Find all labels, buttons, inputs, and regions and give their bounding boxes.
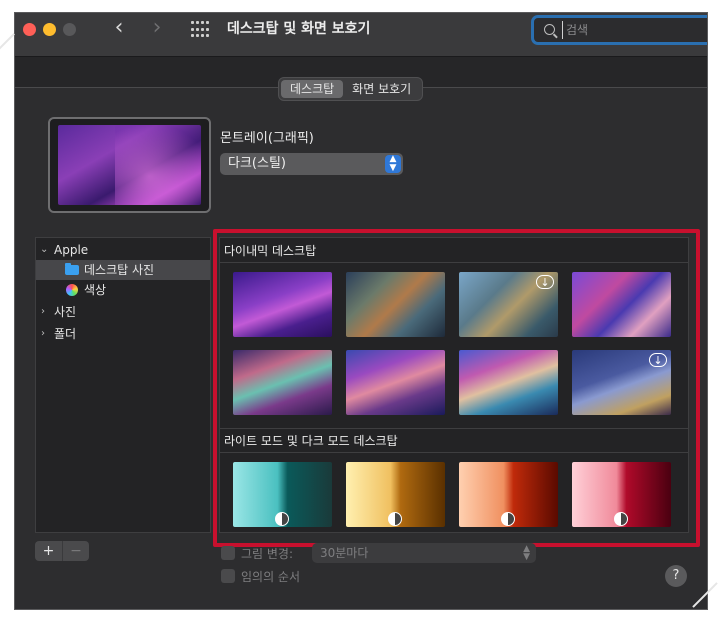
add-remove-buttons: + − bbox=[35, 541, 89, 561]
light-dark-mode-icon bbox=[388, 512, 402, 526]
preview-image bbox=[58, 125, 201, 205]
wallpaper-name: 몬트레이(그래픽) bbox=[220, 131, 314, 146]
wallpaper-thumbnail[interactable] bbox=[459, 350, 558, 415]
wallpaper-thumbnail[interactable] bbox=[346, 350, 445, 415]
divider bbox=[220, 262, 688, 263]
show-all-grid-icon[interactable] bbox=[191, 21, 211, 39]
section-title-dynamic: 다이내믹 데스크탑 bbox=[224, 244, 317, 258]
wallpaper-thumbnail[interactable] bbox=[346, 272, 445, 337]
add-folder-button[interactable]: + bbox=[35, 541, 62, 561]
chevron-right-icon: › bbox=[41, 306, 45, 317]
wallpaper-thumbnail[interactable]: ↓ bbox=[459, 272, 558, 337]
toolbar: ‹ › 데스크탑 및 화면 보호기 bbox=[15, 13, 707, 57]
interval-value: 30분마다 bbox=[320, 546, 369, 560]
window-title: 데스크탑 및 화면 보호기 bbox=[227, 21, 371, 37]
change-picture-checkbox[interactable] bbox=[221, 546, 235, 560]
cloud-download-icon: ↓ bbox=[649, 353, 667, 367]
preferences-window: ‹ › 데스크탑 및 화면 보호기 데스크탑 화면 보호기 몬트레이(그래픽) … bbox=[14, 12, 708, 610]
source-sidebar: ⌄ Apple 데스크탑 사진 색상 › 사진 › 폴더 bbox=[35, 237, 211, 533]
wallpaper-thumbnail[interactable]: ↓ bbox=[572, 350, 671, 415]
sidebar-item-folders[interactable]: › 폴더 bbox=[36, 324, 210, 344]
appearance-dropdown[interactable]: 다크(스틸) ▲ ▼ bbox=[220, 153, 403, 175]
zoom-window-button[interactable] bbox=[63, 23, 76, 36]
wallpaper-thumbnail[interactable] bbox=[233, 272, 332, 337]
tab-screen-saver[interactable]: 화면 보호기 bbox=[343, 80, 420, 98]
close-window-button[interactable] bbox=[23, 23, 36, 36]
cloud-download-icon: ↓ bbox=[536, 275, 554, 289]
divider bbox=[220, 452, 688, 453]
light-dark-mode-icon bbox=[275, 512, 289, 526]
updown-chevron-icon: ▲ ▼ bbox=[523, 544, 530, 562]
tab-desktop[interactable]: 데스크탑 bbox=[281, 80, 344, 98]
light-dark-mode-icon bbox=[501, 512, 515, 526]
sidebar-item-apple[interactable]: ⌄ Apple bbox=[36, 240, 210, 260]
updown-chevron-icon: ▲ ▼ bbox=[385, 155, 401, 173]
light-dark-mode-icon bbox=[614, 512, 628, 526]
search-field[interactable] bbox=[531, 15, 707, 45]
search-input[interactable] bbox=[562, 21, 707, 39]
wallpaper-thumbnail[interactable] bbox=[346, 462, 445, 527]
decorative-corner-line bbox=[0, 33, 15, 53]
wallpaper-thumbnail[interactable] bbox=[572, 272, 671, 337]
sidebar-item-photos[interactable]: › 사진 bbox=[36, 302, 210, 322]
random-order-label: 임의의 순서 bbox=[241, 570, 301, 584]
wallpaper-thumbnail[interactable] bbox=[459, 462, 558, 527]
sidebar-item-desktop-pictures[interactable]: 데스크탑 사진 bbox=[36, 260, 210, 280]
remove-folder-button[interactable]: − bbox=[62, 541, 89, 561]
wallpaper-preview bbox=[48, 117, 211, 213]
minimize-window-button[interactable] bbox=[43, 23, 56, 36]
back-button[interactable]: ‹ bbox=[107, 17, 131, 41]
random-order-checkbox[interactable] bbox=[221, 569, 235, 583]
color-wheel-icon bbox=[66, 284, 78, 296]
dropdown-value: 다크(스틸) bbox=[228, 156, 286, 171]
wallpaper-thumbnail[interactable] bbox=[233, 350, 332, 415]
wallpaper-thumbnail[interactable] bbox=[572, 462, 671, 527]
divider bbox=[220, 428, 688, 429]
forward-button[interactable]: › bbox=[145, 17, 169, 41]
search-icon bbox=[544, 24, 555, 35]
sidebar-item-colors[interactable]: 색상 bbox=[36, 280, 210, 300]
wallpaper-thumbnail[interactable] bbox=[233, 462, 332, 527]
screenshot-frame: ‹ › 데스크탑 및 화면 보호기 데스크탑 화면 보호기 몬트레이(그래픽) … bbox=[0, 0, 720, 621]
help-button[interactable]: ? bbox=[665, 565, 687, 587]
chevron-right-icon: › bbox=[41, 328, 45, 339]
interval-select[interactable]: 30분마다 ▲ ▼ bbox=[312, 543, 536, 563]
change-picture-label: 그림 변경: bbox=[241, 547, 294, 561]
folder-icon bbox=[65, 263, 79, 275]
wallpaper-grid: 다이내믹 데스크탑 ↓ ↓ 라이트 모드 및 다크 모드 데스크탑 bbox=[219, 237, 689, 533]
tab-switcher: 데스크탑 화면 보호기 bbox=[278, 77, 424, 101]
chevron-down-icon: ⌄ bbox=[40, 244, 49, 255]
section-title-light-dark: 라이트 모드 및 다크 모드 데스크탑 bbox=[224, 434, 398, 448]
